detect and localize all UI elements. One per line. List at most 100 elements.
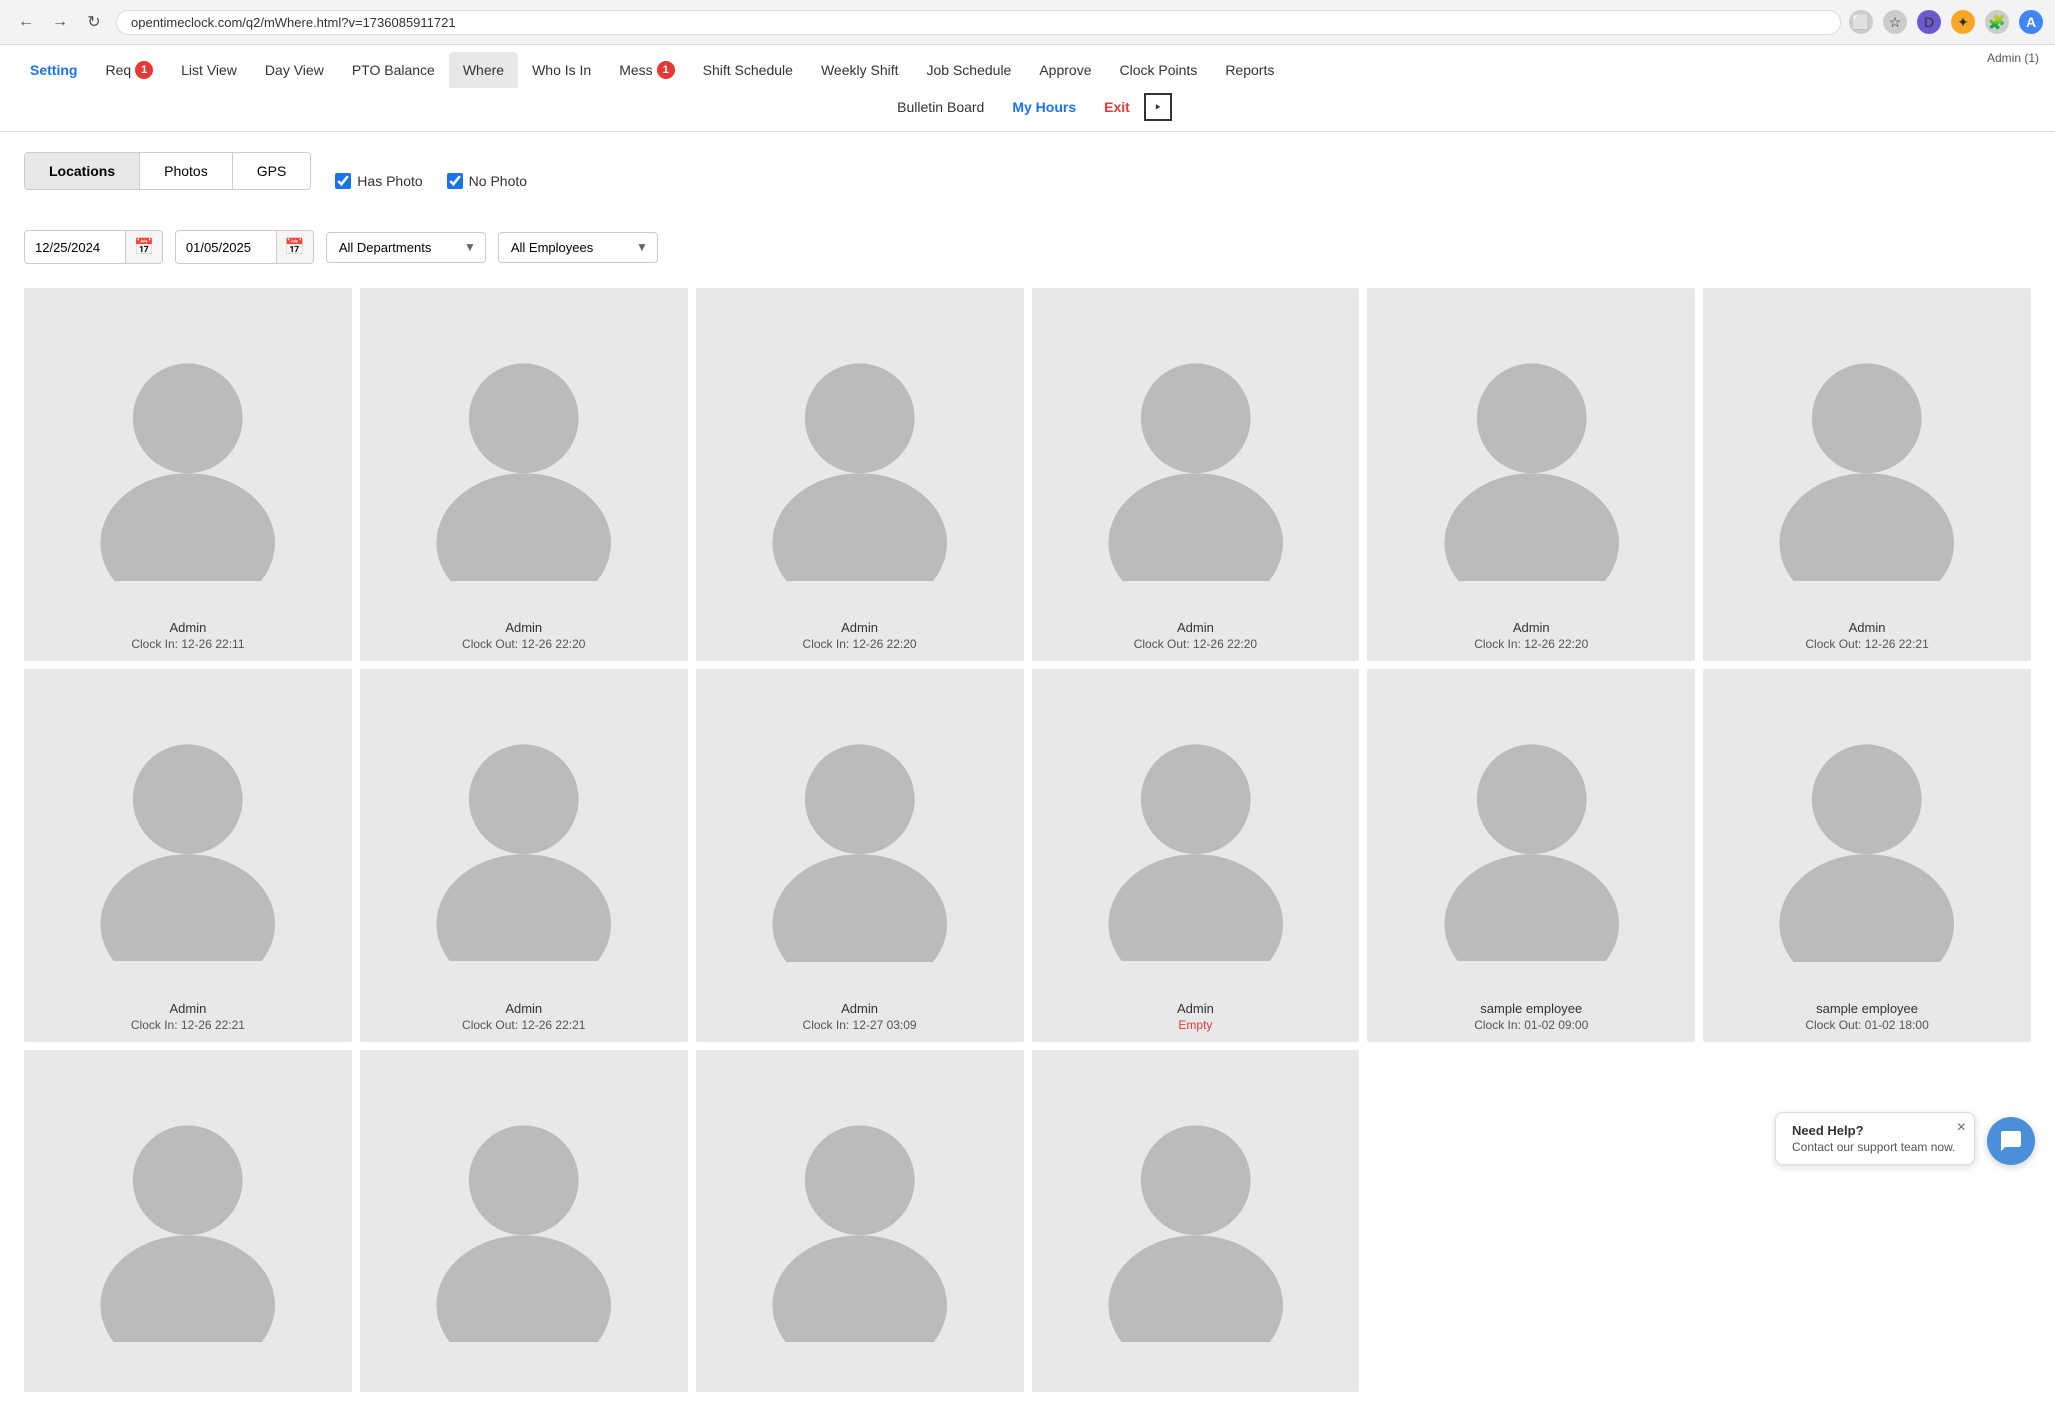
chat-button[interactable] — [1987, 1117, 2035, 1165]
nav-list-view[interactable]: List View — [167, 52, 251, 88]
has-photo-checkbox[interactable] — [335, 173, 351, 189]
photo-card[interactable]: Admin Clock In: 12-26 22:20 — [696, 288, 1024, 661]
avatar — [1711, 681, 2023, 993]
nav-job-schedule[interactable]: Job Schedule — [913, 52, 1026, 88]
photo-card[interactable] — [696, 1050, 1024, 1392]
date-start-calendar-btn[interactable]: 📅 — [125, 231, 162, 263]
department-select-wrap: All Departments ▼ — [326, 232, 486, 263]
avatar — [32, 300, 344, 612]
requests-badge: 1 — [135, 61, 153, 79]
photo-card[interactable]: Admin Clock In: 12-26 22:11 — [24, 288, 352, 661]
has-photo-label: Has Photo — [357, 173, 422, 189]
card-name: sample employee — [1711, 1001, 2023, 1016]
photo-card[interactable]: Admin Clock Out: 12-26 22:20 — [360, 288, 688, 661]
card-name: Admin — [1711, 620, 2023, 635]
avatar — [1040, 681, 1352, 993]
back-button[interactable]: ← — [12, 8, 40, 36]
avatar — [368, 300, 680, 612]
forward-button[interactable]: → — [46, 8, 74, 36]
card-status: Clock Out: 12-26 22:20 — [1040, 637, 1352, 651]
help-title: Need Help? — [1792, 1123, 1958, 1138]
card-status: Clock Out: 12-26 22:21 — [368, 1018, 680, 1032]
nav-pto-balance[interactable]: PTO Balance — [338, 52, 449, 88]
help-subtitle: Contact our support team now. — [1792, 1140, 1958, 1154]
date-end-wrap: 01/05/2025 📅 — [175, 230, 314, 264]
avatar — [1375, 300, 1687, 612]
nav-weekly-shift[interactable]: Weekly Shift — [807, 52, 913, 88]
reload-button[interactable]: ↻ — [80, 8, 108, 36]
card-name: Admin — [704, 620, 1016, 635]
has-photo-filter[interactable]: Has Photo — [335, 173, 422, 189]
extension-icon-puzzle[interactable]: 🧩 — [1985, 10, 2009, 34]
nav-row-1: Setting Req1 List View Day View PTO Bala… — [16, 45, 2039, 89]
employee-select[interactable]: All Employees — [498, 232, 658, 263]
nav-where[interactable]: Where — [449, 52, 518, 88]
avatar — [1711, 300, 2023, 612]
screenshot-icon[interactable]: ⬜ — [1849, 10, 1873, 34]
nav-messages[interactable]: Mess1 — [605, 51, 688, 89]
nav-shift-schedule[interactable]: Shift Schedule — [689, 52, 807, 88]
department-select[interactable]: All Departments — [326, 232, 486, 263]
avatar — [704, 681, 1016, 993]
no-photo-checkbox[interactable] — [447, 173, 463, 189]
employee-select-wrap: All Employees ▼ — [498, 232, 658, 263]
nav-my-hours[interactable]: My Hours — [998, 89, 1090, 125]
tab-photos[interactable]: Photos — [140, 153, 233, 189]
photo-card[interactable]: sample employee Clock In: 01-02 09:00 — [1367, 669, 1695, 1042]
help-close-button[interactable]: × — [1957, 1119, 1966, 1137]
extension-icon-purple[interactable]: D — [1917, 10, 1941, 34]
no-photo-label: No Photo — [469, 173, 527, 189]
card-name: Admin — [1040, 1001, 1352, 1016]
browser-nav-buttons: ← → ↻ — [12, 8, 108, 36]
date-start-input[interactable]: 12/25/2024 — [25, 234, 125, 261]
user-avatar[interactable]: A — [2019, 10, 2043, 34]
card-name: Admin — [1040, 620, 1352, 635]
avatar — [1040, 300, 1352, 612]
card-status: Clock In: 12-26 22:21 — [32, 1018, 344, 1032]
photo-card[interactable] — [24, 1050, 352, 1392]
date-end-input[interactable]: 01/05/2025 — [176, 234, 276, 261]
nav-exit[interactable]: Exit — [1090, 89, 1144, 125]
card-status: Clock In: 12-26 22:20 — [704, 637, 1016, 651]
browser-chrome: ← → ↻ opentimeclock.com/q2/mWhere.html?v… — [0, 0, 2055, 45]
date-end-calendar-btn[interactable]: 📅 — [276, 231, 313, 263]
card-status: Clock In: 12-27 03:09 — [704, 1018, 1016, 1032]
avatar — [704, 300, 1016, 612]
photo-card[interactable] — [360, 1050, 688, 1392]
address-bar[interactable]: opentimeclock.com/q2/mWhere.html?v=17360… — [116, 10, 1841, 35]
photo-card[interactable]: Admin Clock In: 12-26 22:21 — [24, 669, 352, 1042]
date-filter-row: 12/25/2024 📅 01/05/2025 📅 All Department… — [24, 230, 2031, 264]
nav-day-view[interactable]: Day View — [251, 52, 338, 88]
photo-card[interactable]: Admin Clock In: 12-26 22:20 — [1367, 288, 1695, 661]
nav-clock-points[interactable]: Clock Points — [1106, 52, 1212, 88]
nav-reports[interactable]: Reports — [1211, 52, 1288, 88]
photo-card[interactable]: Admin Clock Out: 12-26 22:20 — [1032, 288, 1360, 661]
chat-icon — [1999, 1129, 2023, 1153]
photo-card[interactable]: Admin Empty — [1032, 669, 1360, 1042]
photo-card[interactable]: sample employee Clock Out: 01-02 18:00 — [1703, 669, 2031, 1042]
main-content: Locations Photos GPS Has Photo No Photo … — [0, 132, 2055, 1412]
card-name: Admin — [32, 1001, 344, 1016]
browser-icons: ⬜ ☆ D ✦ 🧩 A — [1849, 10, 2043, 34]
nav-setting[interactable]: Setting — [16, 52, 91, 88]
card-status: Clock In: 12-26 22:11 — [32, 637, 344, 651]
tab-gps[interactable]: GPS — [233, 153, 311, 189]
tab-locations[interactable]: Locations — [25, 153, 140, 189]
card-name: Admin — [32, 620, 344, 635]
photo-card[interactable] — [1032, 1050, 1360, 1392]
nav-bulletin-board[interactable]: Bulletin Board — [883, 89, 998, 125]
photo-card[interactable]: Admin Clock In: 12-27 03:09 — [696, 669, 1024, 1042]
photo-card[interactable]: Admin Clock Out: 12-26 22:21 — [1703, 288, 2031, 661]
nav-requests[interactable]: Req1 — [91, 51, 167, 89]
bookmark-icon[interactable]: ☆ — [1883, 10, 1907, 34]
card-name: Admin — [704, 1001, 1016, 1016]
photo-card[interactable]: Admin Clock Out: 12-26 22:21 — [360, 669, 688, 1042]
avatar — [1375, 681, 1687, 993]
extension-icon-yellow[interactable]: ✦ — [1951, 10, 1975, 34]
nav-approve[interactable]: Approve — [1025, 52, 1105, 88]
messages-badge: 1 — [657, 61, 675, 79]
expand-icon[interactable]: ‣ — [1144, 93, 1172, 121]
nav-who-is-in[interactable]: Who Is In — [518, 52, 605, 88]
no-photo-filter[interactable]: No Photo — [447, 173, 527, 189]
card-name: Admin — [368, 1001, 680, 1016]
